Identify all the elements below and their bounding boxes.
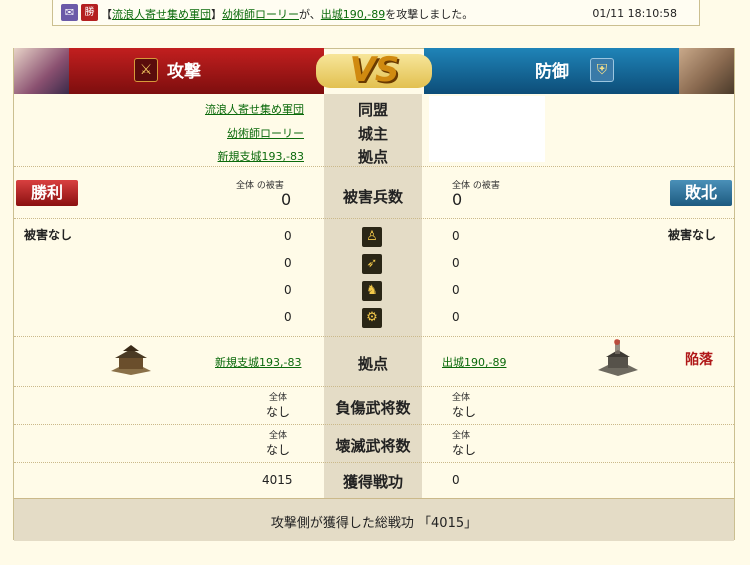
- wounded-total-label-left: 全体: [269, 393, 288, 403]
- divider: [14, 336, 734, 337]
- defender-archer-loss: 0: [452, 256, 460, 270]
- defender-total-damage: 0: [452, 190, 463, 209]
- log-connector: が、: [299, 8, 321, 21]
- divider: [14, 462, 734, 463]
- log-target-link[interactable]: 出城190,-89: [321, 8, 385, 21]
- attacker-total-label: 全体 の被害: [236, 181, 284, 191]
- log-bracket-open: 【: [101, 8, 112, 21]
- log-player-link[interactable]: 幼術師ローリー: [222, 8, 299, 21]
- ruined-castle-icon: [596, 338, 640, 376]
- cavalry-icon: ♞: [362, 281, 382, 301]
- attacker-spearman-loss: 0: [284, 229, 292, 243]
- defender-base-link[interactable]: 出城190,-89: [442, 354, 506, 370]
- casualties-label: 被害兵数: [342, 188, 403, 206]
- attacker-total-damage: 0: [281, 190, 292, 209]
- attacker-avatar: [14, 48, 69, 94]
- attacker-archer-loss: 0: [284, 256, 292, 270]
- attacker-merit: 4015: [262, 473, 293, 487]
- total-merit-text: 攻撃側が獲得した総戦功 「4015」: [270, 516, 478, 531]
- fallen-status: 陥落: [685, 352, 713, 368]
- victory-icon: 勝: [81, 4, 98, 21]
- defender-info-box: [429, 96, 545, 162]
- destroyed-label: 壊滅武将数: [335, 437, 411, 455]
- attacker-destroyed: なし: [266, 443, 291, 457]
- divider: [14, 386, 734, 387]
- base-label: 拠点: [357, 148, 388, 166]
- base-label-2: 拠点: [357, 355, 388, 373]
- log-alliance-link[interactable]: 流浪人寄せ集め軍団: [112, 8, 211, 21]
- defense-label: 防御: [535, 62, 569, 82]
- vs-text: VS: [349, 50, 400, 90]
- log-tail: を攻撃しました。: [385, 8, 474, 21]
- castle-icon: [109, 345, 153, 375]
- log-message: 【流浪人寄せ集め軍団】幼術師ローリーが、出城190,-89を攻撃しました。: [101, 6, 473, 22]
- divider: [14, 166, 734, 167]
- attacker-no-damage: 被害なし: [24, 228, 73, 242]
- wounded-total-label-right: 全体: [452, 393, 471, 403]
- wounded-label: 負傷武将数: [335, 399, 411, 417]
- attacker-base-link[interactable]: 新規支城193,-83: [218, 148, 304, 164]
- attack-label: 攻撃: [167, 62, 201, 82]
- defender-no-damage: 被害なし: [668, 228, 717, 242]
- log-timestamp: 01/11 18:10:58: [592, 7, 677, 20]
- shield-icon: ⛨: [590, 58, 614, 82]
- defender-destroyed: なし: [452, 443, 477, 457]
- destroyed-total-label-left: 全体: [269, 431, 288, 441]
- defender-wounded: なし: [452, 405, 477, 419]
- defender-siege-loss: 0: [452, 310, 460, 324]
- defeat-badge: 敗北: [670, 180, 732, 206]
- battle-log-entry: ✉ 勝 【流浪人寄せ集め軍団】幼術師ローリーが、出城190,-89を攻撃しました…: [52, 0, 700, 26]
- destroyed-total-label-right: 全体: [452, 431, 471, 441]
- attacker-alliance-link[interactable]: 流浪人寄せ集め軍団: [205, 101, 304, 117]
- vs-badge: VS: [316, 44, 432, 96]
- attacker-base-link-2[interactable]: 新規支城193,-83: [215, 354, 301, 370]
- archer-icon: ➶: [362, 254, 382, 274]
- defender-cavalry-loss: 0: [452, 283, 460, 297]
- attacker-cavalry-loss: 0: [284, 283, 292, 297]
- alliance-label: 同盟: [357, 101, 388, 119]
- divider: [14, 218, 734, 219]
- attacker-lord-link[interactable]: 幼術師ローリー: [227, 125, 304, 141]
- spearman-icon: ♙: [362, 227, 382, 247]
- crossed-swords-icon: ⚔: [134, 58, 158, 82]
- mail-icon[interactable]: ✉: [61, 4, 78, 21]
- defender-merit: 0: [452, 473, 460, 487]
- lord-label: 城主: [357, 125, 388, 143]
- siege-icon: ⚙: [362, 308, 382, 328]
- attacker-wounded: なし: [266, 405, 291, 419]
- victory-badge: 勝利: [16, 180, 78, 206]
- merit-label: 獲得戦功: [342, 473, 403, 491]
- total-merit-footer: 攻撃側が獲得した総戦功 「4015」: [14, 498, 734, 541]
- log-bracket-close: 】: [211, 8, 222, 21]
- defender-avatar: [679, 48, 734, 94]
- divider: [14, 424, 734, 425]
- defender-spearman-loss: 0: [452, 229, 460, 243]
- attacker-siege-loss: 0: [284, 310, 292, 324]
